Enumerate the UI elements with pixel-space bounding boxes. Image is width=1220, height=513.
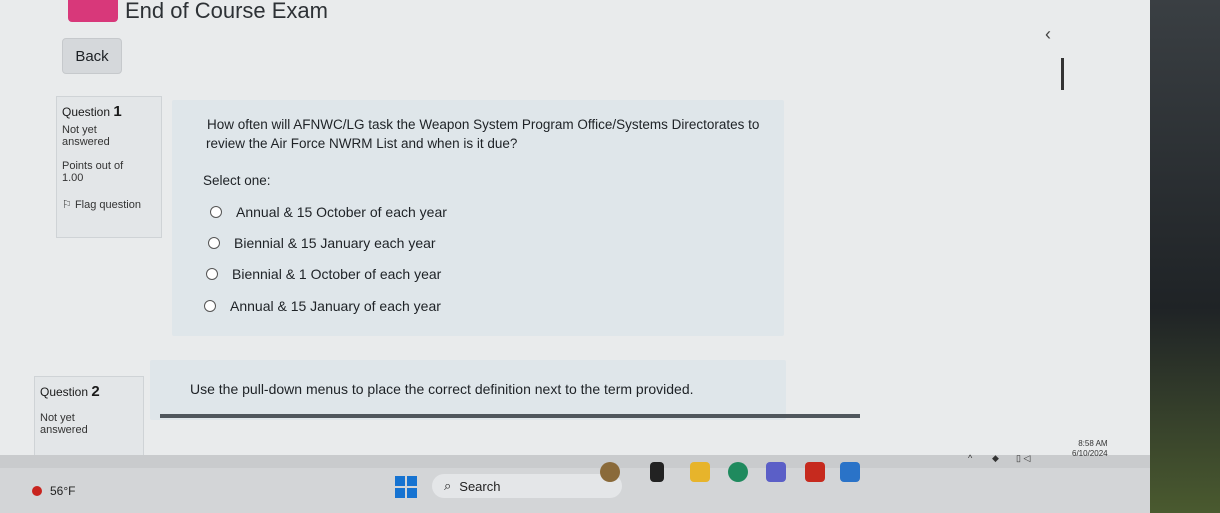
clock-date: 6/10/2024	[1072, 449, 1108, 458]
option-4-label[interactable]: Annual & 15 January of each year	[230, 298, 441, 314]
tray-overflow-icon[interactable]: ^	[968, 453, 972, 463]
teams-icon[interactable]	[766, 462, 786, 482]
points-label: Points out of	[62, 160, 124, 172]
windows-start-icon[interactable]	[395, 476, 417, 498]
radio-button[interactable]	[204, 300, 216, 312]
scrollbar[interactable]	[1061, 58, 1064, 90]
divider	[160, 414, 860, 418]
question-1-info: Question 1 Not yet answered Points out o…	[56, 96, 162, 238]
weather-widget[interactable]: 56°F	[32, 484, 75, 498]
question-2-text: Use the pull-down menus to place the cor…	[190, 381, 694, 397]
outlook-icon[interactable]	[840, 462, 860, 482]
app-icon[interactable]	[600, 462, 620, 482]
page-title: End of Course Exam	[125, 0, 328, 23]
clock-time: 8:58 AM	[1078, 439, 1108, 448]
exam-icon	[68, 0, 118, 22]
option-1[interactable]: Annual & 15 October of each year	[210, 204, 447, 220]
question-number: 1	[113, 103, 122, 120]
option-3[interactable]: Biennial & 1 October of each year	[206, 266, 441, 282]
option-1-label[interactable]: Annual & 15 October of each year	[236, 204, 447, 220]
option-2-label[interactable]: Biennial & 15 January each year	[234, 235, 436, 251]
browser-content: End of Course Exam Back ‹ Question 1 Not…	[0, 0, 1150, 470]
taskbar-clock[interactable]: 8:58 AM 6/10/2024	[1072, 439, 1108, 459]
app-icon[interactable]	[650, 462, 664, 482]
question-number: 2	[91, 383, 100, 400]
points-value: 1.00	[62, 172, 84, 184]
flag-icon: ⚐	[62, 199, 72, 211]
search-label: Search	[459, 478, 501, 494]
question-label: Question	[62, 105, 111, 119]
option-3-label[interactable]: Biennial & 1 October of each year	[232, 266, 441, 282]
question-1-text-line-1: How often will AFNWC/LG task the Weapon …	[207, 117, 760, 132]
volume-icon[interactable]: ▯ ◁	[1016, 453, 1030, 464]
option-2[interactable]: Biennial & 15 January each year	[208, 235, 436, 251]
edge-icon[interactable]	[728, 462, 748, 482]
search-icon: ⌕	[444, 478, 452, 493]
radio-button[interactable]	[206, 268, 218, 280]
weather-alert-icon	[32, 486, 42, 496]
monitor-bezel	[1150, 0, 1220, 513]
flag-question-button[interactable]: ⚐ Flag question	[62, 198, 156, 211]
file-explorer-icon[interactable]	[690, 462, 710, 482]
question-2-info: Question 2 Not yet answered	[34, 376, 144, 456]
flag-label: Flag question	[74, 199, 141, 211]
taskbar-search[interactable]: ⌕ Search	[432, 474, 622, 498]
network-icon[interactable]: ◆	[992, 453, 999, 464]
status-line-2: answered	[62, 136, 110, 148]
collapse-chevron-icon[interactable]: ‹	[1045, 24, 1051, 45]
status-line-1: Not yet	[40, 412, 75, 424]
weather-temp: 56°F	[50, 484, 76, 498]
back-button[interactable]: Back	[62, 38, 122, 74]
acrobat-icon[interactable]	[805, 462, 825, 482]
select-one-prompt: Select one:	[203, 173, 271, 188]
question-label: Question	[40, 385, 89, 399]
status-line-2: answered	[40, 424, 88, 436]
question-1-text-line-2: review the Air Force NWRM List and when …	[206, 136, 518, 151]
radio-button[interactable]	[210, 206, 222, 218]
option-4[interactable]: Annual & 15 January of each year	[204, 298, 441, 314]
status-line-1: Not yet	[62, 124, 97, 136]
radio-button[interactable]	[208, 237, 220, 249]
